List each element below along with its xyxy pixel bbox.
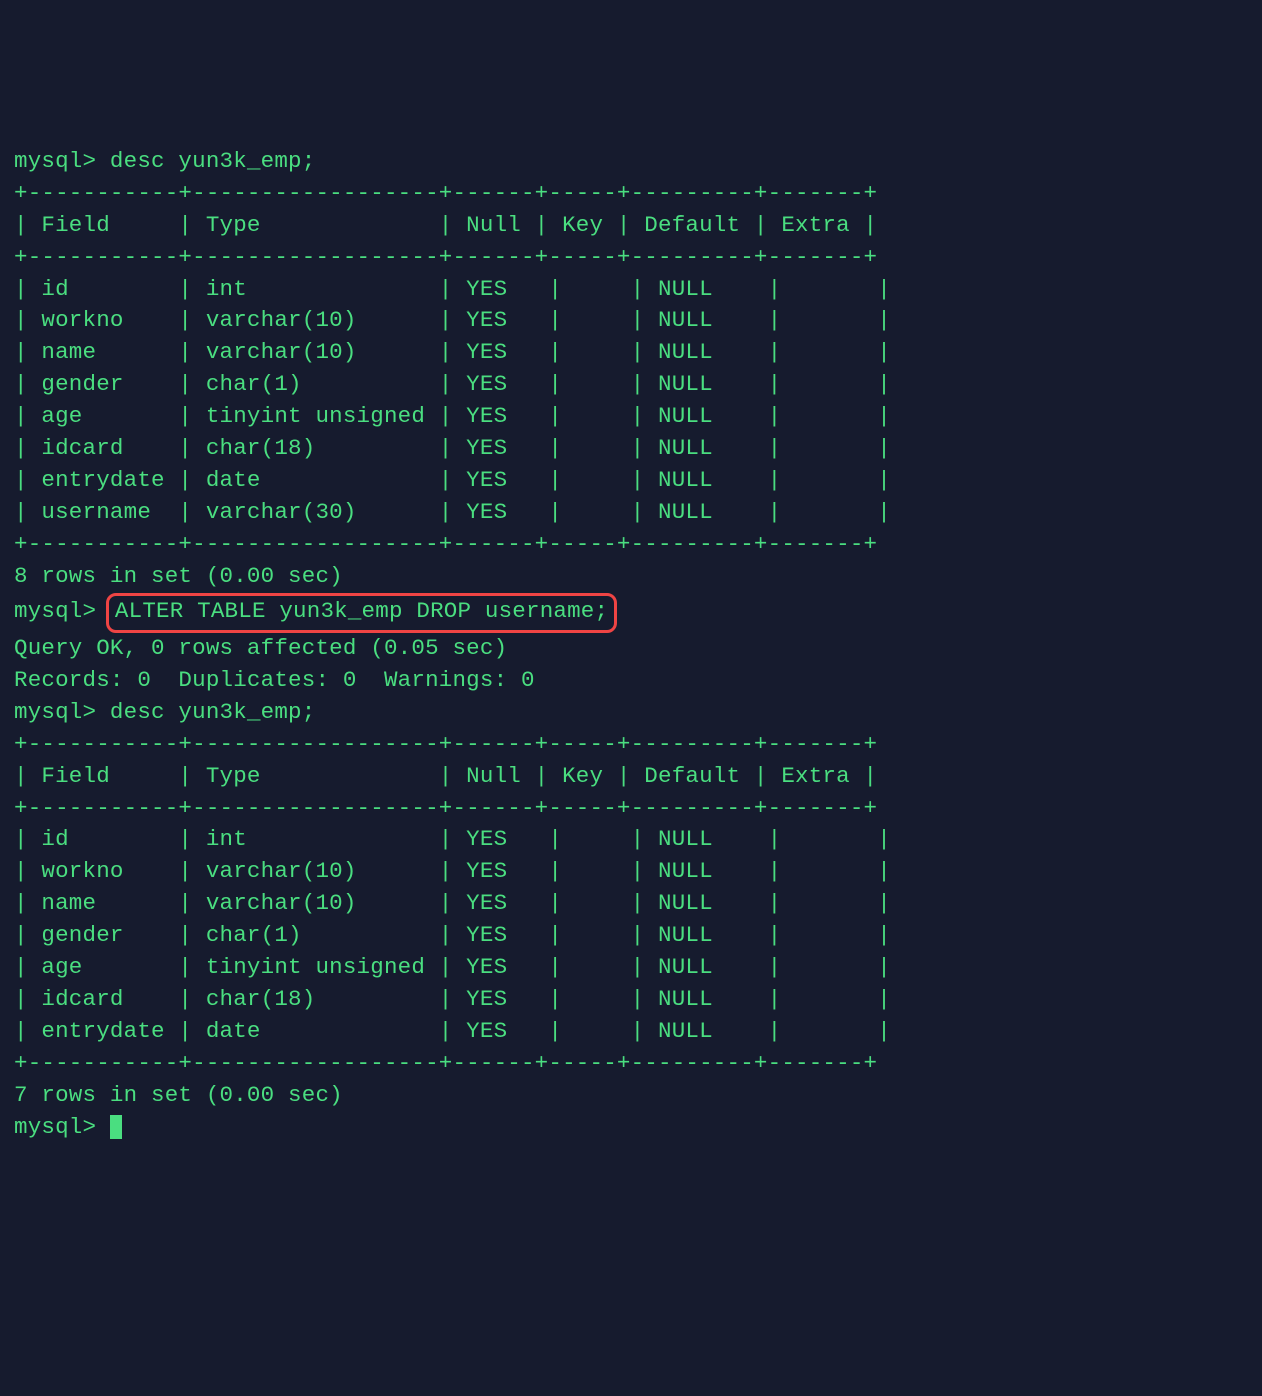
table1-row-1: | workno | varchar(10) | YES | | NULL | … xyxy=(14,305,1248,337)
cursor-icon xyxy=(110,1115,122,1139)
table2-border-mid: +-----------+------------------+------+-… xyxy=(14,793,1248,825)
command-desc-1: desc yun3k_emp; xyxy=(110,148,316,174)
table2-border-bot: +-----------+------------------+------+-… xyxy=(14,1048,1248,1080)
table2-row-4: | age | tinyint unsigned | YES | | NULL … xyxy=(14,952,1248,984)
table2-row-0: | id | int | YES | | NULL | | xyxy=(14,824,1248,856)
table2-header: | Field | Type | Null | Key | Default | … xyxy=(14,761,1248,793)
table1-row-0: | id | int | YES | | NULL | | xyxy=(14,274,1248,306)
table2-row-2: | name | varchar(10) | YES | | NULL | | xyxy=(14,888,1248,920)
line-cmd-2: mysql> desc yun3k_emp; xyxy=(14,697,1248,729)
table1-row-2: | name | varchar(10) | YES | | NULL | | xyxy=(14,337,1248,369)
table1-row-5: | idcard | char(18) | YES | | NULL | | xyxy=(14,433,1248,465)
prompt: mysql> xyxy=(14,1114,96,1140)
prompt: mysql> xyxy=(14,699,96,725)
table1-border-mid: +-----------+------------------+------+-… xyxy=(14,242,1248,274)
alter-command-highlight: ALTER TABLE yun3k_emp DROP username; xyxy=(106,593,617,633)
prompt: mysql> xyxy=(14,598,96,624)
table2-row-5: | idcard | char(18) | YES | | NULL | | xyxy=(14,984,1248,1016)
line-prompt-final[interactable]: mysql> xyxy=(14,1112,1248,1144)
table1-border-bot: +-----------+------------------+------+-… xyxy=(14,529,1248,561)
table2-summary: 7 rows in set (0.00 sec) xyxy=(14,1080,1248,1112)
table2-row-3: | gender | char(1) | YES | | NULL | | xyxy=(14,920,1248,952)
table1-border-top: +-----------+------------------+------+-… xyxy=(14,178,1248,210)
prompt: mysql> xyxy=(14,148,96,174)
command-desc-2: desc yun3k_emp; xyxy=(110,699,316,725)
table1-header: | Field | Type | Null | Key | Default | … xyxy=(14,210,1248,242)
line-cmd-alter: mysql> ALTER TABLE yun3k_emp DROP userna… xyxy=(14,593,1248,633)
table2-border-top: +-----------+------------------+------+-… xyxy=(14,729,1248,761)
alter-result-2: Records: 0 Duplicates: 0 Warnings: 0 xyxy=(14,665,1248,697)
table1-row-7: | username | varchar(30) | YES | | NULL … xyxy=(14,497,1248,529)
table1-row-6: | entrydate | date | YES | | NULL | | xyxy=(14,465,1248,497)
table1-summary: 8 rows in set (0.00 sec) xyxy=(14,561,1248,593)
table1-row-4: | age | tinyint unsigned | YES | | NULL … xyxy=(14,401,1248,433)
terminal-output: mysql> desc yun3k_emp;+-----------+-----… xyxy=(14,146,1248,1144)
line-cmd-1: mysql> desc yun3k_emp; xyxy=(14,146,1248,178)
table2-row-6: | entrydate | date | YES | | NULL | | xyxy=(14,1016,1248,1048)
table2-row-1: | workno | varchar(10) | YES | | NULL | … xyxy=(14,856,1248,888)
table1-row-3: | gender | char(1) | YES | | NULL | | xyxy=(14,369,1248,401)
alter-result-1: Query OK, 0 rows affected (0.05 sec) xyxy=(14,633,1248,665)
